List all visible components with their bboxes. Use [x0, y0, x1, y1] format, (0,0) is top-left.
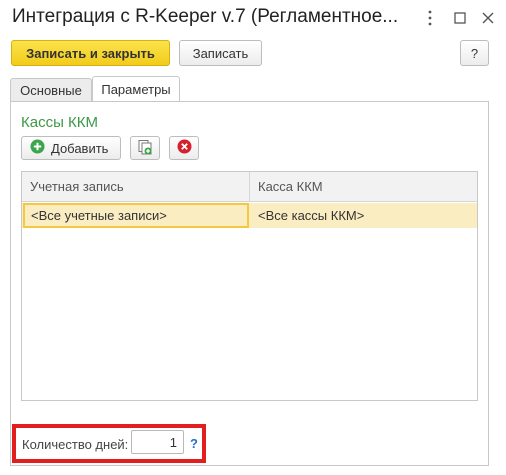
- delete-icon: [177, 139, 192, 157]
- save-button[interactable]: Записать: [179, 40, 262, 66]
- cell-account[interactable]: <Все учетные записи>: [23, 203, 249, 228]
- window-title: Интеграция с R-Keeper v.7 (Регламентное.…: [12, 6, 399, 27]
- close-icon[interactable]: [479, 9, 497, 27]
- save-and-close-button[interactable]: Записать и закрыть: [11, 40, 170, 66]
- maximize-icon[interactable]: [451, 9, 469, 27]
- column-header-account[interactable]: Учетная запись: [22, 172, 250, 202]
- days-label: Количество дней:: [22, 437, 129, 452]
- add-button-label: Добавить: [51, 140, 109, 156]
- delete-button[interactable]: [169, 136, 199, 160]
- cell-kkm[interactable]: <Все кассы ККМ>: [250, 203, 477, 228]
- days-help-icon[interactable]: ?: [190, 436, 198, 451]
- kkm-table: Учетная запись Касса ККМ <Все учетные за…: [21, 171, 478, 401]
- tab-main[interactable]: Основные: [10, 78, 92, 102]
- days-input[interactable]: [131, 430, 184, 454]
- help-button[interactable]: ?: [460, 40, 489, 66]
- column-header-kkm[interactable]: Касса ККМ: [250, 172, 477, 202]
- add-icon: [30, 139, 45, 157]
- add-button[interactable]: Добавить: [21, 136, 121, 160]
- more-icon[interactable]: [421, 9, 439, 27]
- tab-parameters[interactable]: Параметры: [92, 76, 180, 102]
- copy-button[interactable]: [130, 136, 160, 160]
- section-title: Кассы ККМ: [21, 114, 98, 131]
- table-row[interactable]: <Все учетные записи> <Все кассы ККМ>: [22, 203, 477, 228]
- copy-icon: [137, 139, 153, 158]
